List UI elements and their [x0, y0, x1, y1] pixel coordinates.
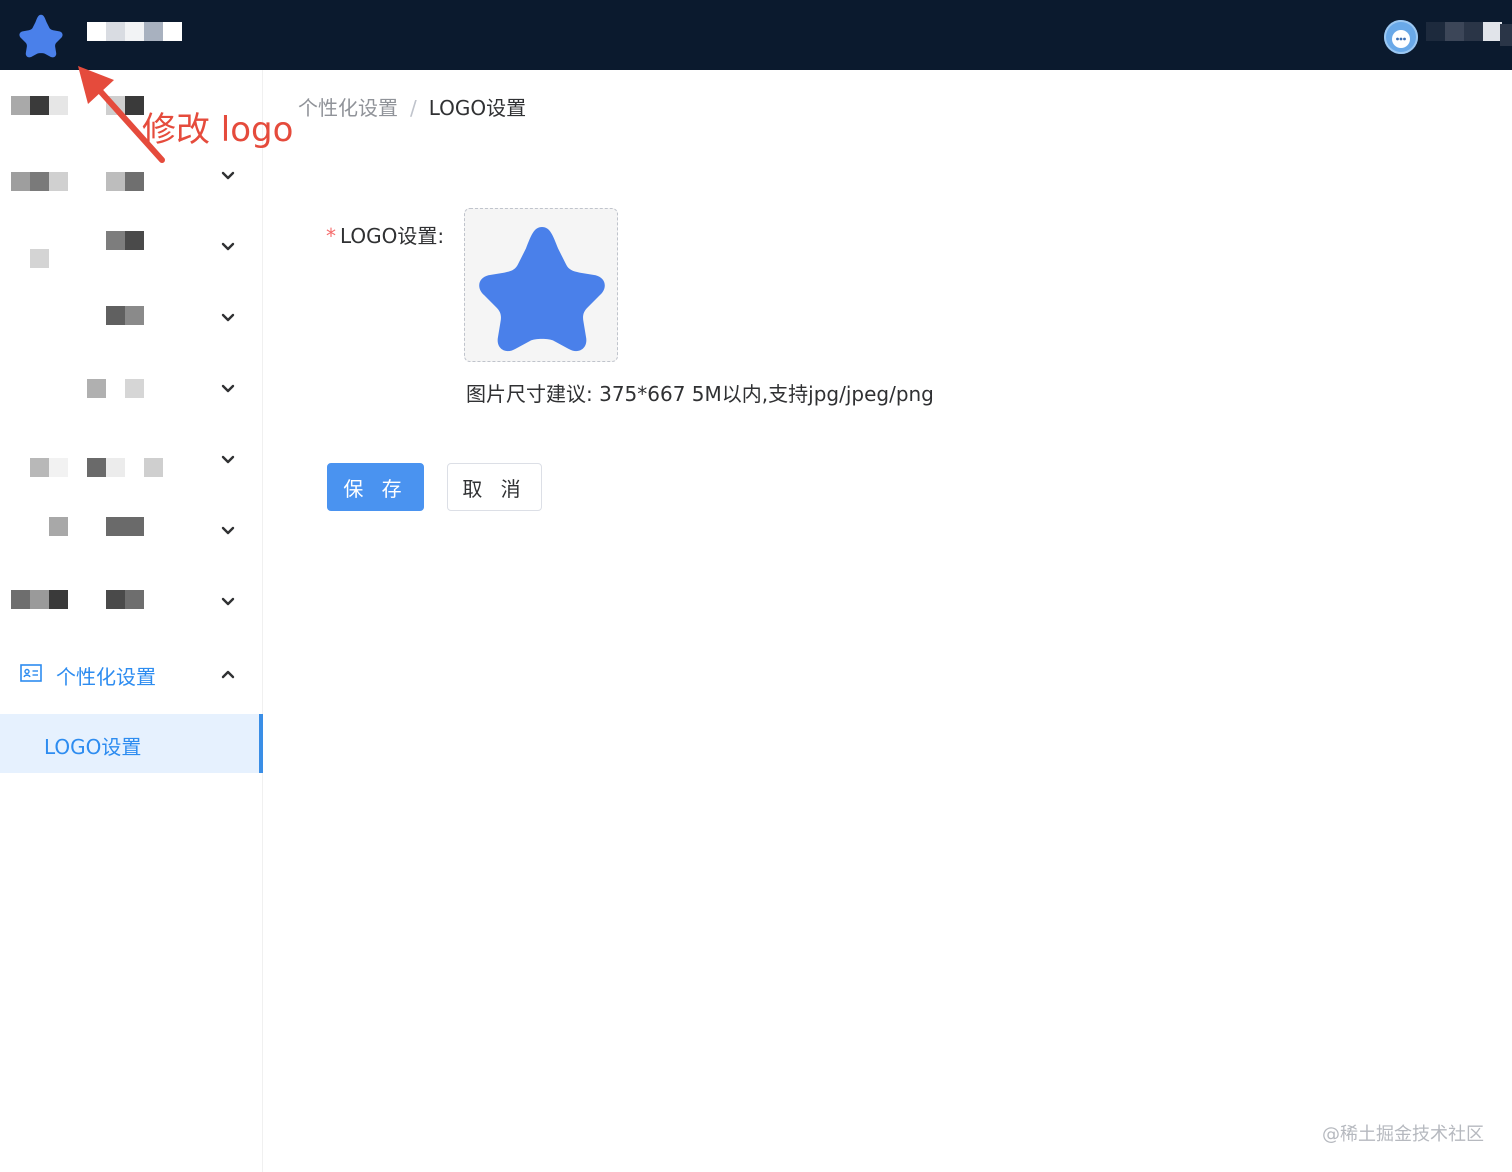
user-name-redacted[interactable] — [1426, 22, 1502, 41]
annotation-text: 修改 logo — [142, 110, 294, 150]
sidebar-group-redacted[interactable] — [0, 225, 262, 281]
sidebar: 个性化设置 LOGO设置 — [0, 70, 263, 1172]
sidebar-label-redacted — [106, 306, 144, 325]
chevron-up-icon — [221, 670, 235, 679]
logo-label-text: LOGO设置: — [340, 224, 445, 248]
chevron-down-icon — [221, 384, 235, 393]
id-card-icon — [20, 664, 42, 682]
sidebar-label-redacted — [106, 172, 144, 191]
chevron-down-icon — [221, 455, 235, 464]
chevron-down-icon — [221, 171, 235, 180]
top-header — [0, 0, 1512, 70]
upload-hint: 图片尺寸建议: 375*667 5M以内,支持jpg/jpeg/png — [466, 382, 934, 406]
sidebar-label-redacted — [30, 249, 49, 268]
breadcrumb-separator: / — [410, 96, 417, 120]
sidebar-group-redacted[interactable] — [0, 367, 262, 423]
logo-upload[interactable] — [464, 208, 618, 362]
chevron-down-icon — [221, 597, 235, 606]
chevron-down-icon — [221, 313, 235, 322]
breadcrumb-parent[interactable]: 个性化设置 — [298, 96, 398, 120]
sidebar-group-redacted[interactable] — [0, 509, 262, 565]
breadcrumb-current: LOGO设置 — [428, 96, 527, 120]
sidebar-label-redacted — [11, 590, 68, 609]
chevron-down-icon — [221, 242, 235, 251]
sidebar-item-logo-settings[interactable]: LOGO设置 — [0, 714, 263, 773]
header-overflow — [1500, 24, 1512, 46]
avatar-icon[interactable] — [1384, 20, 1418, 54]
sidebar-label-redacted — [11, 172, 68, 191]
sidebar-group-redacted[interactable] — [0, 580, 262, 636]
cancel-button[interactable]: 取 消 — [447, 463, 542, 511]
sidebar-label-redacted — [106, 590, 144, 609]
chevron-down-icon — [221, 526, 235, 535]
sidebar-group-label: 个性化设置 — [56, 665, 156, 689]
sidebar-label-redacted — [30, 458, 163, 477]
save-button[interactable]: 保 存 — [327, 463, 424, 511]
star-icon — [479, 227, 605, 352]
sidebar-group-redacted[interactable] — [0, 438, 262, 494]
sidebar-label-redacted — [87, 379, 144, 398]
sidebar-item-label: LOGO设置 — [44, 735, 142, 759]
star-icon[interactable] — [18, 12, 64, 58]
sidebar-label-redacted — [106, 517, 144, 536]
app-title-redacted — [87, 22, 182, 41]
watermark: @稀土掘金技术社区 — [1322, 1124, 1484, 1145]
breadcrumb: 个性化设置 / LOGO设置 — [298, 92, 526, 121]
sidebar-group-redacted[interactable] — [0, 296, 262, 352]
sidebar-group-personalization[interactable]: 个性化设置 — [0, 646, 262, 702]
sidebar-label-redacted — [49, 517, 68, 536]
sidebar-label-redacted — [11, 96, 68, 115]
required-mark: * — [326, 224, 336, 248]
logo-field-label: * LOGO设置: — [326, 220, 444, 249]
sidebar-label-redacted — [106, 231, 144, 250]
